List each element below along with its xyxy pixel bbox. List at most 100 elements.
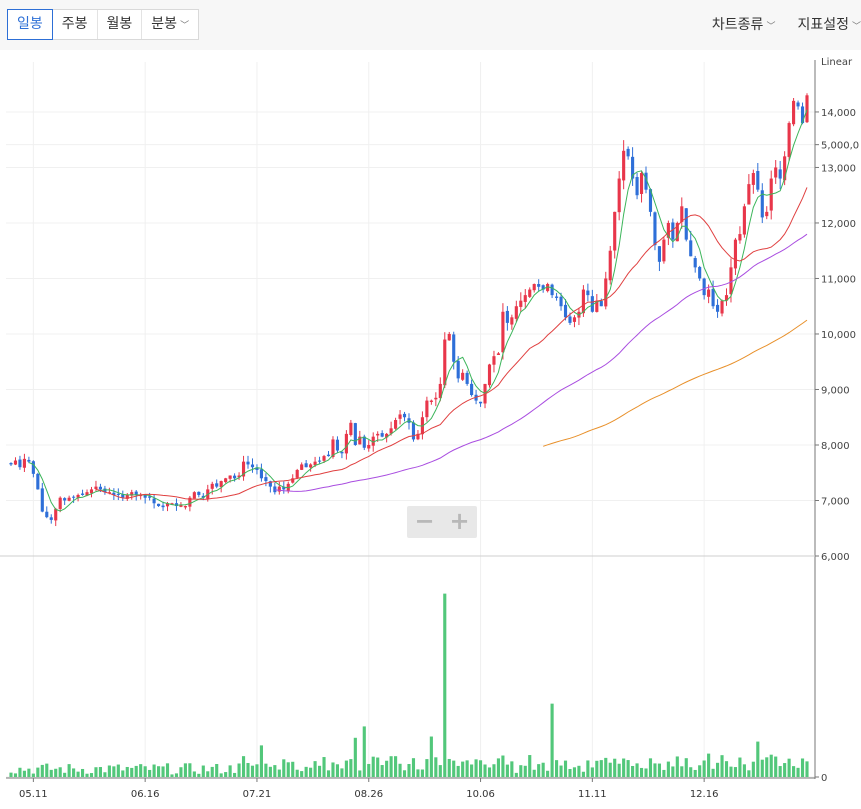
price-volume-chart[interactable]: Linear 6,000 7,000 8,000 9,000 10,000 11,000 12… [0,50,861,809]
candle-body [353,423,357,445]
volume-bar [130,767,134,777]
volume-bar [452,760,456,777]
price-tick-label: 13,000 [821,163,856,174]
volume-bar [617,763,621,777]
candle-body [228,475,232,479]
volume-bar [523,765,527,777]
volume-bar [769,754,773,777]
candle-body [613,211,617,251]
volume-bar [653,763,657,777]
volume-bar [31,773,35,777]
volume-bar [577,765,581,777]
x-tick-label: 06.16 [131,789,160,800]
candle-body [765,211,769,217]
volume-bar [631,765,635,777]
candle-body [36,473,40,490]
volume-bar [322,757,326,777]
volume-bar [662,769,666,777]
candle-body [429,400,433,402]
candle-body [259,469,263,479]
chevron-down-icon: ﹀ [180,21,190,31]
candle-body [89,489,94,494]
candle-body [45,511,49,518]
candle-body [398,414,402,419]
volume-bar [581,771,585,777]
volume-bar [18,767,22,777]
chart-type-menu[interactable]: 차트종류 ﹀ [712,14,776,34]
volume-bar [98,767,103,777]
candle-body [702,278,706,296]
volume-bar [456,765,460,777]
volume-bar [67,764,71,777]
volume-bar [532,769,536,777]
volume-bar [94,767,98,777]
candle-body [563,304,568,318]
volume-bar [148,769,152,777]
candle-body [657,246,661,262]
volume-bar [349,759,353,777]
candle-body [309,464,313,468]
zoom-out-button[interactable]: − [407,506,442,538]
volume-bar [63,772,67,777]
tab-monthly[interactable]: 월봉 [98,10,143,39]
volume-bar [563,760,568,777]
volume-bar [268,766,272,777]
volume-bar [394,756,398,777]
chart-type-label: 차트종류 [711,17,764,33]
volume-bar [684,758,688,777]
candle-body [380,433,384,437]
candle-body [622,150,626,181]
volume-bar [742,764,746,777]
candle-body [581,289,585,314]
volume-bar [13,773,18,777]
volume-bar [152,764,156,777]
volume-tick-label: 0 [821,773,827,784]
candle-body [747,184,751,205]
volume-bar [644,768,648,777]
volume-bar [277,769,281,777]
volume-bar [45,763,49,777]
volume-bar [380,765,384,777]
chart-toolbar: 일봉 주봉 월봉 분봉 ﹀ 차트종류 ﹀ 지표설정 ﹀ [0,0,861,50]
volume-bar [438,765,442,777]
zoom-in-button[interactable]: + [442,506,477,538]
volume-bar [537,764,541,777]
x-tick-label: 05.11 [19,789,48,800]
volume-bar [514,772,518,777]
volume-bar [590,767,594,777]
volume-bar [411,758,416,777]
volume-bar [796,767,800,777]
tab-minute[interactable]: 분봉 ﹀ [142,10,198,39]
volume-bar [291,761,295,777]
period-tabs: 일봉 주봉 월봉 분봉 ﹀ [7,9,200,40]
volume-bar [465,760,469,777]
volume-bar [429,736,433,777]
volume-bar [201,765,205,777]
candle-body [698,266,702,279]
tab-weekly[interactable]: 주봉 [53,10,98,39]
candle-body [653,212,657,246]
candle-body [586,290,590,296]
candle-body [58,497,62,509]
indicator-settings-menu[interactable]: 지표설정 ﹀ [797,14,861,34]
candle-body [452,334,456,362]
volume-bar [519,765,523,777]
volume-bar [666,761,670,777]
volume-bar [501,755,505,777]
volume-bar [474,759,478,777]
zoom-control: − + [407,506,477,538]
volume-bar [613,758,617,777]
volume-bar [434,757,438,777]
tab-daily[interactable]: 일봉 [7,9,53,40]
candle-body [715,304,720,312]
volume-bar [259,745,263,777]
volume-bar [478,760,483,777]
volume-bar [407,764,411,777]
price-tick-label: 6,000 [821,552,850,563]
candle-body [9,463,13,465]
volume-bar [702,760,706,777]
candle-body [684,208,688,240]
scale-type-label: Linear [821,57,853,68]
ma20-line [95,187,808,500]
volume-bar [657,763,661,777]
